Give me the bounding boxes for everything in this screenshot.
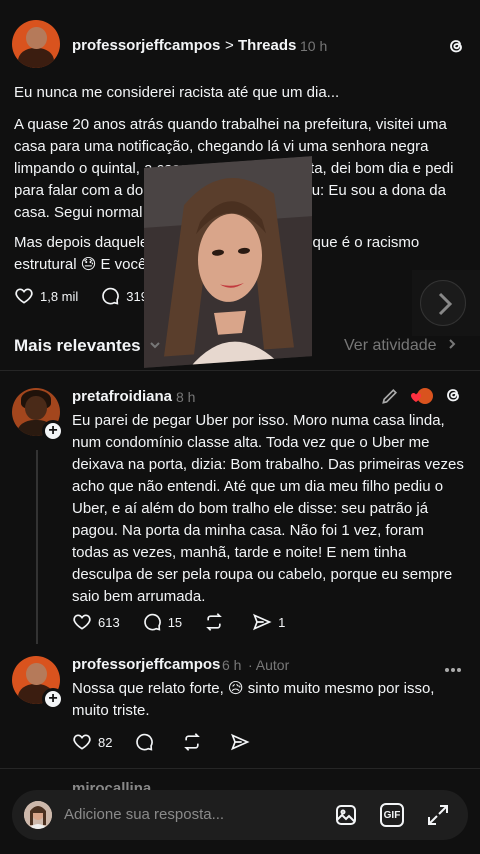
post-header: professorjeffcampos > Threads 10 h <box>12 20 468 72</box>
sort-dropdown[interactable]: Mais relevantes <box>14 336 161 356</box>
reply-share-count: 1 <box>278 614 286 630</box>
author-reply-comment-button[interactable] <box>134 732 160 752</box>
sort-label: Mais relevantes <box>14 336 141 355</box>
breadcrumb-threads[interactable]: Threads <box>238 37 296 54</box>
author-reply-like-count: 82 <box>98 734 113 750</box>
reply-text: Eu parei de pegar Uber por isso. Moro nu… <box>72 412 464 605</box>
chevron-down-icon <box>150 342 161 349</box>
author-badge: · Autor <box>248 657 290 673</box>
post-like-count: 1,8 mil <box>40 288 79 304</box>
reply-comment-count: 15 <box>167 614 183 630</box>
reply-time: 8 h <box>176 389 196 405</box>
comment-icon <box>143 613 161 631</box>
activity-link[interactable]: Ver atividade <box>344 337 457 355</box>
reply-repost-button[interactable] <box>204 612 230 632</box>
heart-icon <box>15 288 33 304</box>
gif-button[interactable]: GIF <box>380 803 404 827</box>
reply-like-button[interactable]: 613 <box>72 612 120 632</box>
video-overlay[interactable] <box>144 156 312 368</box>
reply-comment-button[interactable]: 15 <box>142 612 182 632</box>
author-reply-share-button[interactable] <box>230 732 256 752</box>
edit-pencil-icon[interactable] <box>380 386 400 411</box>
author-reply-username[interactable]: professorjeffcampos <box>72 656 220 673</box>
divider <box>0 370 480 371</box>
gif-label: GIF <box>383 810 401 821</box>
expand-icon[interactable] <box>426 803 450 832</box>
reply-username[interactable]: pretafroidiana <box>72 388 172 405</box>
carousel-next-button[interactable] <box>420 280 466 326</box>
post-username[interactable]: professorjeffcampos <box>72 37 220 54</box>
reply-like-count: 613 <box>98 614 120 630</box>
user-avatar <box>24 801 52 829</box>
liked-by-author-avatar <box>410 386 434 406</box>
threads-small-icon[interactable] <box>443 385 463 410</box>
post-like-button[interactable]: 1,8 mil <box>14 286 78 306</box>
reply-input[interactable]: Adicione sua resposta... <box>64 806 224 823</box>
chevron-right-icon <box>438 292 453 316</box>
breadcrumb-separator: > <box>225 37 234 54</box>
author-reply-time: 6 h <box>222 657 242 673</box>
author-reply-repost-button[interactable] <box>182 732 208 752</box>
repost-icon <box>184 733 201 751</box>
thread-line <box>36 450 38 644</box>
share-icon <box>231 733 251 751</box>
author-avatar[interactable] <box>12 20 60 68</box>
heart-icon <box>73 734 91 750</box>
follow-plus-icon[interactable]: + <box>42 420 64 442</box>
divider <box>0 768 480 769</box>
more-options-icon[interactable] <box>444 660 462 678</box>
author-reply-like-button[interactable]: 82 <box>72 732 112 752</box>
threads-logo-icon[interactable] <box>446 36 466 61</box>
post-time: 10 h <box>300 38 328 54</box>
heart-icon <box>73 614 91 630</box>
share-icon <box>253 613 272 631</box>
author-reply-actions: 82 <box>72 730 278 754</box>
repost-icon <box>206 613 223 631</box>
person-video-image <box>144 156 312 368</box>
post-comment-button[interactable]: 319 <box>100 286 148 306</box>
comment-icon <box>136 733 154 751</box>
follow-plus-icon[interactable]: + <box>42 688 64 710</box>
comment-icon <box>102 287 120 305</box>
reply-composer[interactable]: Adicione sua resposta... GIF <box>12 790 468 840</box>
chevron-right-small-icon <box>449 339 456 349</box>
reply-share-button[interactable]: 1 <box>252 612 285 632</box>
reply-actions: 613 15 1 <box>72 610 307 634</box>
image-icon[interactable] <box>334 803 358 832</box>
post-paragraph-1: Eu nunca me considerei racista até que u… <box>14 84 340 101</box>
activity-label: Ver atividade <box>344 337 437 354</box>
author-reply-text: Nossa que relato forte, 😥 sinto muito me… <box>72 680 435 719</box>
